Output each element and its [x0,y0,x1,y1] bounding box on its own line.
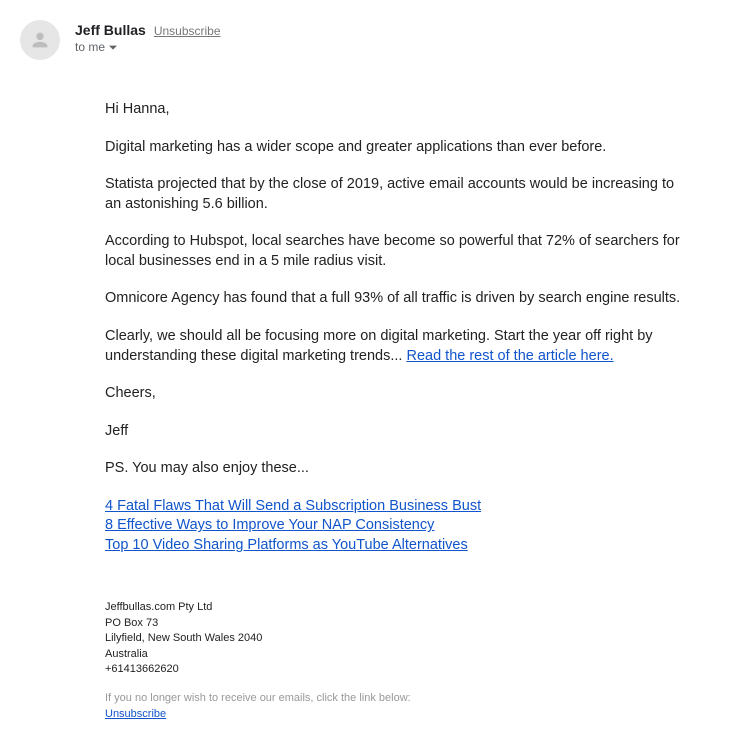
footer-pobox: PO Box 73 [105,616,689,631]
ps-line: PS. You may also enjoy these... [105,459,689,479]
footer-city: Lilyfield, New South Wales 2040 [105,631,689,646]
footer-company: Jeffbullas.com Pty Ltd [105,600,689,615]
footer-note: If you no longer wish to receive our ema… [105,691,689,706]
email-footer: Jeffbullas.com Pty Ltd PO Box 73 Lilyfie… [105,600,689,722]
chevron-down-icon [109,40,117,54]
unsubscribe-link-footer[interactable]: Unsubscribe [105,708,166,720]
greeting: Hi Hanna, [105,100,689,120]
recipient-line[interactable]: to me [75,40,221,54]
ps-link-1[interactable]: 4 Fatal Flaws That Will Send a Subscript… [105,497,689,517]
cheers: Cheers, [105,384,689,404]
email-header: Jeff Bullas Unsubscribe to me [20,20,719,60]
paragraph: Digital marketing has a wider scope and … [105,138,689,158]
paragraph: Omnicore Agency has found that a full 93… [105,289,689,309]
paragraph: Clearly, we should all be focusing more … [105,327,689,366]
ps-link-2[interactable]: 8 Effective Ways to Improve Your NAP Con… [105,516,689,536]
ps-links-block: 4 Fatal Flaws That Will Send a Subscript… [105,497,689,556]
paragraph: According to Hubspot, local searches hav… [105,232,689,271]
signoff: Jeff [105,422,689,442]
paragraph: Statista projected that by the close of … [105,175,689,214]
person-icon [29,29,51,51]
footer-phone: +61413662620 [105,662,689,677]
footer-country: Australia [105,647,689,662]
to-label: to me [75,40,105,54]
read-more-link[interactable]: Read the rest of the article here. [406,348,613,364]
ps-link-3[interactable]: Top 10 Video Sharing Platforms as YouTub… [105,536,689,556]
unsubscribe-link-header[interactable]: Unsubscribe [154,24,221,38]
email-body: Hi Hanna, Digital marketing has a wider … [105,100,689,722]
sender-name: Jeff Bullas [75,22,146,38]
sender-avatar[interactable] [20,20,60,60]
